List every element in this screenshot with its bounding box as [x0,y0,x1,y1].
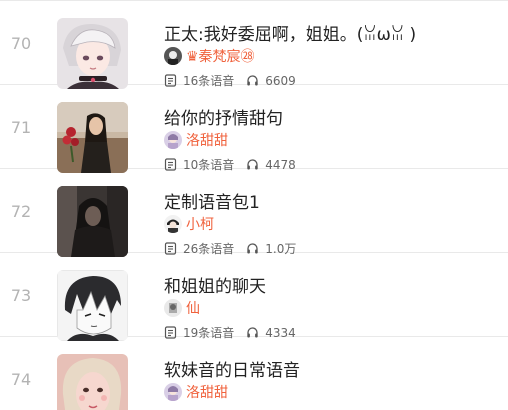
author-name: ♛秦梵宸㉘ [186,49,255,65]
hooded-figure-thumbnail[interactable] [57,186,128,257]
voice-pack-title[interactable]: 软妹音的日常语音 [164,356,300,381]
voice-pack-list: 70 正太:我好委屈啊，姐姐。(ꈍωꈍ ) ♛秦梵宸㉘ 16条语音 6609 7… [0,0,508,410]
author[interactable]: ♛秦梵宸㉘ [164,46,255,66]
avatar [164,299,182,317]
anime-boy-dark-hair-thumbnail[interactable] [57,270,128,341]
rank-number: 72 [10,201,32,221]
rank-number: 74 [10,369,32,389]
girl-with-roses-thumbnail[interactable] [57,102,128,173]
list-item[interactable]: 72 定制语音包1 小柯 26条语音 1.0万 [0,169,508,257]
list-item[interactable]: 74 软妹音的日常语音 洛甜甜 [0,337,508,410]
author-name: 小柯 [186,217,214,233]
author[interactable]: 洛甜甜 [164,130,228,150]
rank-number: 71 [10,117,32,137]
list-item[interactable]: 73 和姐姐的聊天 仙 19条语音 4334 [0,253,508,341]
author[interactable]: 洛甜甜 [164,382,228,402]
avatar [164,131,182,149]
author-name: 洛甜甜 [186,385,228,401]
list-item[interactable]: 71 给你的抒情甜句 洛甜甜 10条语音 4478 [0,85,508,173]
voice-pack-title[interactable]: 定制语音包1 [164,188,260,213]
rank-number: 73 [10,285,32,305]
voice-pack-title[interactable]: 和姐姐的聊天 [164,272,266,297]
voice-pack-title[interactable]: 给你的抒情甜句 [164,104,283,129]
girl-with-cat-filter-thumbnail[interactable] [57,354,128,410]
anime-boy-white-hair-thumbnail[interactable] [57,18,128,89]
avatar [164,383,182,401]
rank-number: 70 [10,33,32,53]
avatar [164,47,182,65]
avatar [164,215,182,233]
author-name: 洛甜甜 [186,133,228,149]
author-name: 仙 [186,301,200,317]
author[interactable]: 小柯 [164,214,214,234]
author[interactable]: 仙 [164,298,200,318]
list-item[interactable]: 70 正太:我好委屈啊，姐姐。(ꈍωꈍ ) ♛秦梵宸㉘ 16条语音 6609 [0,1,508,89]
voice-pack-title[interactable]: 正太:我好委屈啊，姐姐。(ꈍωꈍ ) [164,20,416,45]
